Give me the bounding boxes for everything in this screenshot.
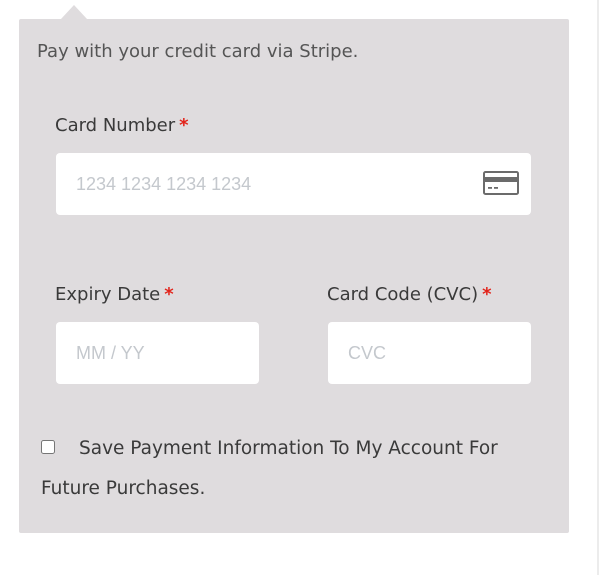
card-code-label: Card Code (CVC) * (327, 284, 492, 305)
card-code-label-text: Card Code (CVC) (327, 284, 479, 305)
payment-description: Pay with your credit card via Stripe. (37, 41, 359, 62)
expiry-date-label-text: Expiry Date (55, 284, 161, 305)
save-payment-label[interactable]: Save Payment Information To My Account F… (41, 438, 498, 499)
card-number-label-text: Card Number (55, 115, 176, 136)
save-payment-checkbox[interactable] (41, 440, 55, 454)
card-number-input[interactable] (56, 153, 531, 215)
save-payment-row: Save Payment Information To My Account F… (41, 429, 541, 509)
card-number-label: Card Number * (55, 115, 189, 136)
expiry-date-label: Expiry Date * (55, 284, 174, 305)
checkout-page: Pay with your credit card via Stripe. Ca… (0, 0, 599, 575)
card-code-input[interactable] (328, 322, 531, 384)
card-code-field[interactable] (328, 322, 531, 384)
expiry-date-input[interactable] (56, 322, 259, 384)
expiry-date-field[interactable] (56, 322, 259, 384)
required-marker: * (164, 284, 174, 305)
payment-box-pointer (61, 5, 87, 19)
credit-card-icon (483, 171, 519, 195)
card-number-field[interactable] (56, 153, 531, 215)
required-marker: * (179, 115, 189, 136)
required-marker: * (482, 284, 492, 305)
stripe-payment-box: Pay with your credit card via Stripe. Ca… (19, 19, 569, 533)
